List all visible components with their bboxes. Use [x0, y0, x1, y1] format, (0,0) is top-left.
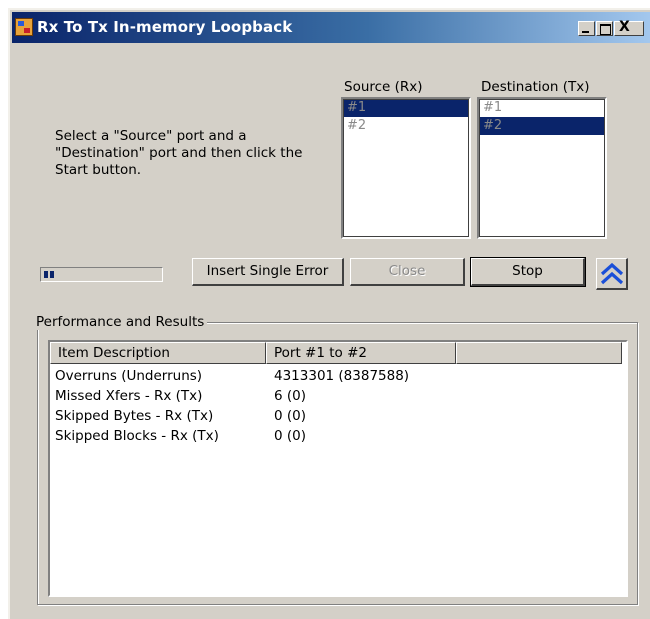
source-item-2[interactable]: #2 — [343, 117, 469, 135]
maximize-button[interactable] — [596, 21, 613, 36]
insert-single-error-button[interactable]: Insert Single Error — [192, 258, 344, 286]
progress-block — [50, 271, 54, 278]
row-item: Skipped Bytes - Rx (Tx) — [55, 408, 214, 424]
source-item-1[interactable]: #1 — [343, 99, 469, 117]
app-icon[interactable] — [15, 18, 33, 36]
destination-label: Destination (Tx) — [481, 79, 590, 95]
table-row[interactable]: Overruns (Underruns) 4313301 (8387588) — [50, 366, 626, 386]
row-value: 0 (0) — [274, 428, 307, 444]
double-chevron-up-icon — [600, 262, 624, 285]
performance-group-title: Performance and Results — [33, 314, 208, 330]
title-bar[interactable]: Rx To Tx In-memory Loopback X — [12, 12, 650, 43]
table-row[interactable]: Skipped Bytes - Rx (Tx) 0 (0) — [50, 406, 626, 426]
source-label: Source (Rx) — [344, 79, 423, 95]
table-row[interactable]: Missed Xfers - Rx (Tx) 6 (0) — [50, 386, 626, 406]
minimize-button[interactable] — [578, 21, 595, 36]
stop-button[interactable]: Stop — [470, 257, 586, 287]
close-window-button[interactable]: X — [614, 19, 644, 36]
activity-progress-bar — [40, 267, 163, 282]
source-listbox[interactable]: #1 #2 — [341, 97, 471, 239]
row-value: 0 (0) — [274, 408, 307, 424]
row-value: 6 (0) — [274, 388, 307, 404]
results-header: Item Description Port #1 to #2 — [50, 342, 626, 364]
instructions-text: Select a "Source" port and a "Destinatio… — [55, 128, 303, 178]
row-value: 4313301 (8387588) — [274, 368, 410, 384]
destination-item-1[interactable]: #1 — [479, 99, 605, 117]
row-item: Missed Xfers - Rx (Tx) — [55, 388, 203, 404]
window-title: Rx To Tx In-memory Loopback — [37, 18, 293, 36]
row-item: Overruns (Underruns) — [55, 368, 203, 384]
collapse-button[interactable] — [596, 258, 628, 290]
destination-item-2[interactable]: #2 — [479, 117, 605, 135]
row-item: Skipped Blocks - Rx (Tx) — [55, 428, 219, 444]
results-listview[interactable]: Item Description Port #1 to #2 Overruns … — [48, 340, 628, 597]
column-empty[interactable] — [456, 342, 622, 364]
close-icon: X — [619, 19, 630, 35]
progress-block — [44, 271, 48, 278]
destination-listbox[interactable]: #1 #2 — [477, 97, 607, 239]
column-port-1-to-2[interactable]: Port #1 to #2 — [266, 342, 456, 364]
column-item-description[interactable]: Item Description — [50, 342, 266, 364]
table-row[interactable]: Skipped Blocks - Rx (Tx) 0 (0) — [50, 426, 626, 446]
close-button[interactable]: Close — [350, 258, 465, 286]
